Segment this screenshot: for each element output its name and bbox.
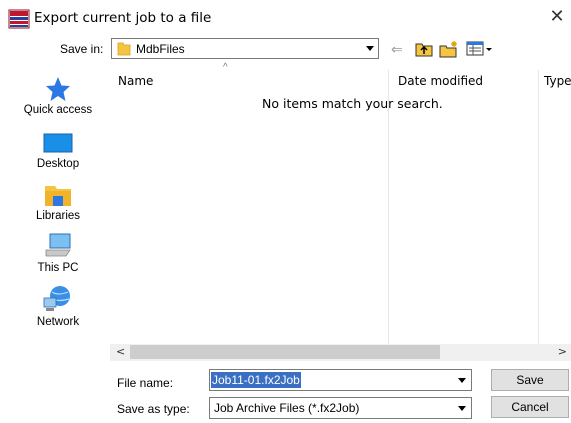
back-icon[interactable]: ⇐	[391, 40, 409, 58]
places-sidebar: Quick access Desktop Libraries This PC N…	[8, 66, 108, 344]
network-icon	[43, 286, 70, 311]
save-as-type-label: Save as type:	[117, 402, 190, 416]
scrollbar-thumb[interactable]	[130, 345, 440, 359]
column-divider[interactable]	[538, 70, 539, 344]
chevron-down-icon[interactable]	[454, 371, 470, 389]
column-header-type[interactable]: Type	[544, 74, 571, 88]
save-as-type-value: Job Archive Files (*.fx2Job)	[214, 401, 360, 415]
scroll-left-icon[interactable]: <	[116, 345, 125, 358]
column-divider[interactable]	[388, 70, 389, 344]
save-in-label: Save in:	[60, 42, 104, 56]
sidebar-item-network[interactable]: Network	[8, 284, 108, 328]
up-folder-icon[interactable]	[415, 40, 433, 58]
column-header-date-modified[interactable]: Date modified	[398, 74, 483, 88]
window-title: Export current job to a file	[34, 10, 212, 26]
folder-icon	[117, 41, 131, 56]
sidebar-item-this-pc[interactable]: This PC	[8, 232, 108, 274]
file-name-value: Job11-01.fx2Job	[211, 372, 301, 388]
column-header-name[interactable]: Name	[118, 74, 153, 88]
empty-list-message: No items match your search.	[262, 96, 443, 111]
chevron-down-icon[interactable]	[454, 399, 470, 417]
sidebar-item-quick-access[interactable]: Quick access	[8, 76, 108, 116]
close-icon[interactable]: ✕	[546, 6, 568, 28]
save-button[interactable]: Save	[491, 369, 569, 391]
save-as-type-dropdown[interactable]: Job Archive Files (*.fx2Job)	[209, 397, 472, 419]
sidebar-item-label: Network	[36, 316, 80, 328]
desktop-icon	[43, 133, 73, 153]
title-bar: Export current job to a file ✕	[0, 0, 571, 36]
sidebar-item-label: Quick access	[23, 104, 93, 116]
libraries-icon	[45, 186, 71, 206]
sidebar-item-label: Desktop	[36, 158, 80, 170]
file-name-input[interactable]: Job11-01.fx2Job	[209, 369, 472, 391]
save-in-dropdown[interactable]: MdbFiles	[111, 38, 379, 59]
computer-icon	[45, 233, 71, 257]
sidebar-item-libraries[interactable]: Libraries	[8, 182, 108, 222]
star-icon	[46, 77, 70, 101]
sidebar-item-label: This PC	[37, 262, 79, 274]
new-folder-icon[interactable]	[439, 40, 459, 58]
sidebar-item-label: Libraries	[35, 210, 81, 222]
file-name-label: File name:	[117, 376, 174, 390]
sidebar-item-desktop[interactable]: Desktop	[8, 132, 108, 170]
file-list[interactable]: ^ Name Date modified Type No items match…	[110, 62, 571, 344]
view-menu-icon[interactable]	[466, 40, 494, 58]
chevron-down-icon[interactable]	[362, 39, 378, 58]
save-in-value: MdbFiles	[136, 42, 185, 56]
cancel-button[interactable]: Cancel	[491, 396, 569, 418]
horizontal-scrollbar[interactable]: < >	[110, 344, 571, 361]
sort-indicator-icon: ^	[223, 62, 228, 73]
app-icon	[8, 9, 30, 29]
scroll-right-icon[interactable]: >	[558, 345, 567, 358]
